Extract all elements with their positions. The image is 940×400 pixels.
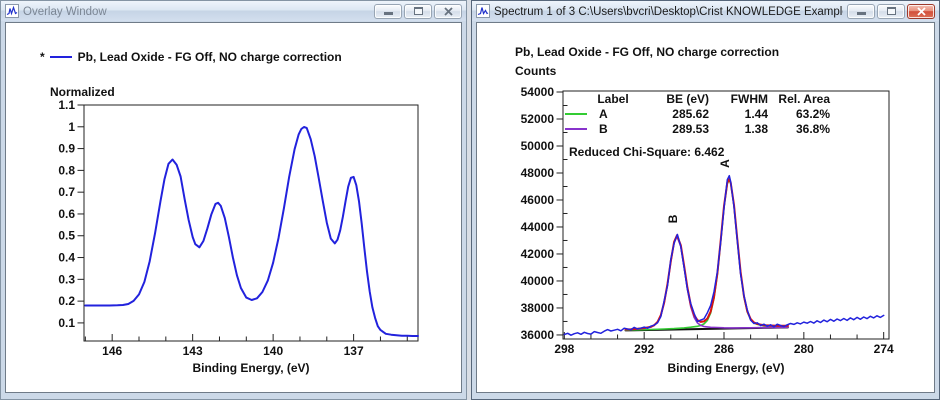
y-tick-label: 0.1 — [58, 316, 75, 330]
y-tick-label: 40000 — [521, 274, 555, 288]
spectrum-app-icon — [5, 4, 19, 18]
series-envelope — [624, 178, 789, 331]
spectrum-app-icon — [476, 4, 490, 18]
y-tick-label: 0.9 — [58, 142, 75, 156]
peak-label-b: B — [666, 214, 680, 223]
y-tick-label: 54000 — [521, 85, 555, 99]
x-tick-label: 140 — [263, 344, 283, 358]
window-title: Spectrum 1 of 3 C:\Users\bvcri\Desktop\C… — [494, 5, 843, 18]
close-icon — [443, 6, 453, 16]
y-tick-label: 0.3 — [58, 272, 75, 286]
x-tick-label: 280 — [794, 342, 814, 356]
x-tick-label: 298 — [554, 342, 574, 356]
window-title: Overlay Window — [23, 5, 107, 18]
spectrum-window: Spectrum 1 of 3 C:\Users\bvcri\Desktop\C… — [471, 0, 940, 400]
y-tick-label: 0.4 — [58, 251, 75, 265]
desktop: Overlay Window * Pb, Lead Oxide - FG Off… — [0, 0, 940, 400]
x-tick-label: 274 — [874, 342, 894, 356]
overlay-window: Overlay Window * Pb, Lead Oxide - FG Off… — [0, 0, 467, 400]
y-tick-label: 0.6 — [58, 207, 75, 221]
y-tick-label: 42000 — [521, 247, 555, 261]
y-tick-label: 0.2 — [58, 294, 75, 308]
x-tick-label: 143 — [183, 344, 203, 358]
close-icon — [916, 6, 926, 16]
y-tick-label: 48000 — [521, 166, 555, 180]
peak-label-a: A — [718, 159, 732, 168]
y-tick-label: 1 — [68, 120, 75, 134]
close-button[interactable] — [907, 3, 935, 19]
spectrum-window-client: Pb, Lead Oxide - FG Off, NO charge corre… — [476, 22, 935, 393]
series-component-a — [624, 179, 789, 331]
close-button[interactable] — [434, 3, 462, 19]
minimize-button[interactable] — [847, 3, 875, 19]
overlay-window-titlebar[interactable]: Overlay Window — [1, 1, 466, 21]
y-tick-label: 36000 — [521, 328, 555, 342]
y-tick-label: 46000 — [521, 193, 555, 207]
minimize-icon — [856, 12, 866, 15]
y-tick-label: 0.8 — [58, 163, 75, 177]
x-tick-label: 146 — [102, 344, 122, 358]
maximize-button[interactable] — [404, 3, 432, 19]
minimize-button[interactable] — [374, 3, 402, 19]
overlay-plot[interactable]: 146 143 140 137 1.1 1 0.9 0.8 0.7 0.6 0.5 0.4 0.3 0.2… — [6, 23, 463, 394]
plot-frame — [562, 90, 890, 340]
x-tick-label: 286 — [714, 342, 734, 356]
maximize-icon — [413, 7, 423, 15]
spectrum-plot[interactable]: 298 292 286 280 274 54000 52000 50000 48000 46000… — [477, 23, 935, 394]
x-tick-label: 292 — [634, 342, 654, 356]
spectrum-window-titlebar[interactable]: Spectrum 1 of 3 C:\Users\bvcri\Desktop\C… — [472, 1, 939, 21]
minimize-icon — [383, 12, 393, 15]
maximize-button[interactable] — [877, 3, 905, 19]
y-tick-label: 0.7 — [58, 185, 75, 199]
y-tick-label: 44000 — [521, 220, 555, 234]
plot-frame — [83, 104, 419, 342]
series-component-b — [624, 235, 789, 331]
x-tick-label: 137 — [344, 344, 364, 358]
y-tick-label: 0.5 — [58, 229, 75, 243]
maximize-icon — [886, 7, 896, 15]
y-tick-label: 1.1 — [58, 98, 75, 112]
y-tick-label: 38000 — [521, 301, 555, 315]
y-tick-label: 50000 — [521, 139, 555, 153]
series-overlay-spectrum — [84, 126, 419, 337]
y-tick-label: 52000 — [521, 112, 555, 126]
overlay-window-client: * Pb, Lead Oxide - FG Off, NO charge cor… — [5, 22, 462, 393]
